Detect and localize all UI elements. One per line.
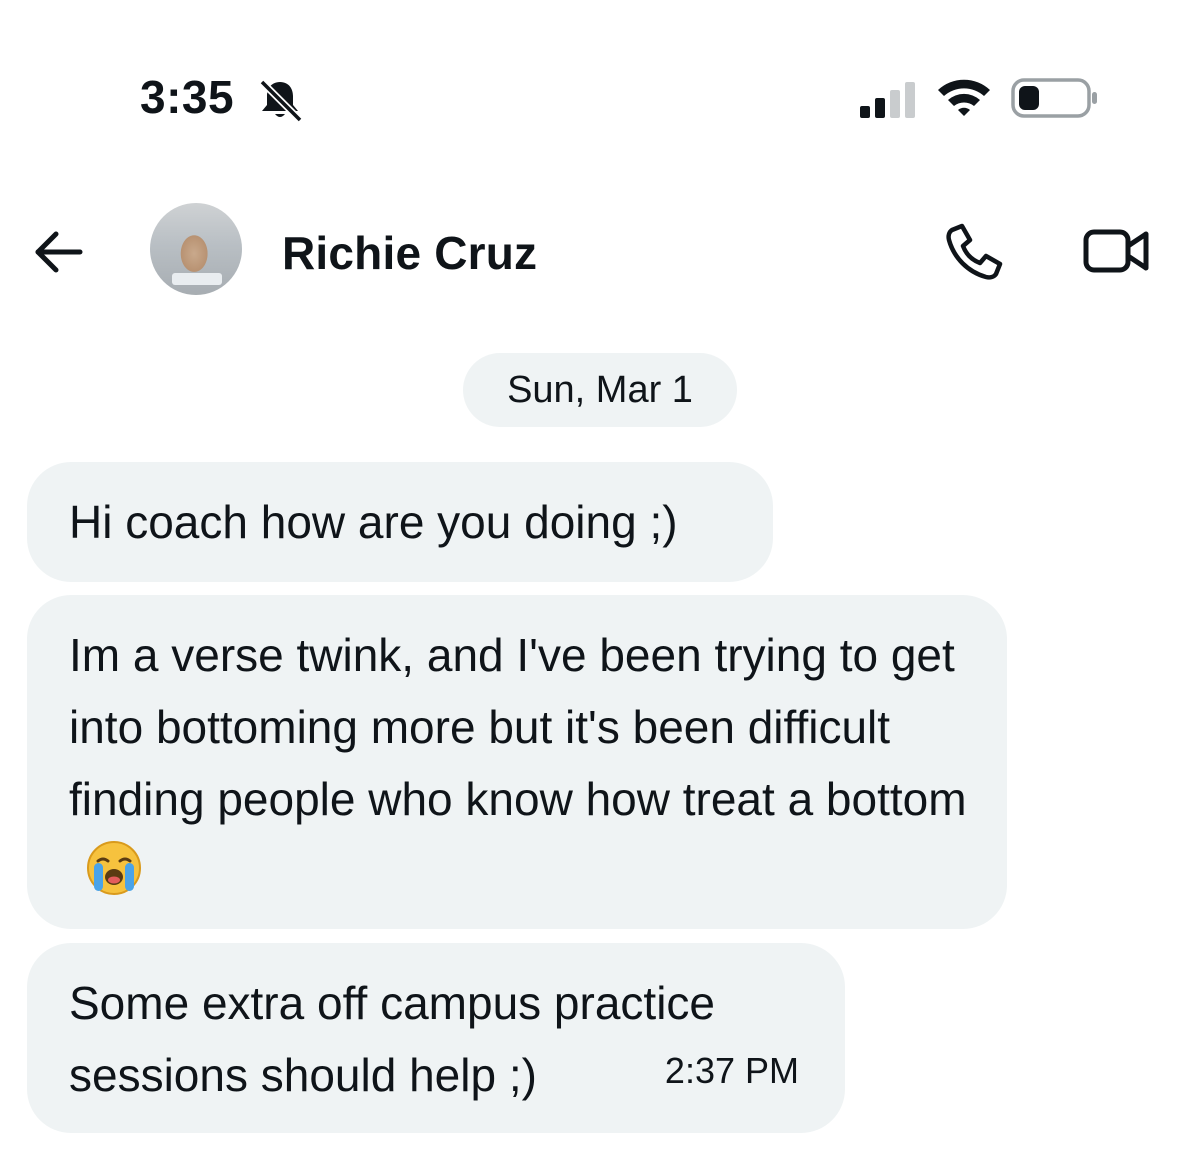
date-separator: Sun, Mar 1 xyxy=(463,353,737,427)
message-text-content: Im a verse twink, and I've been trying t… xyxy=(69,629,967,825)
video-camera-icon[interactable] xyxy=(1082,226,1150,276)
back-arrow-icon[interactable] xyxy=(30,224,86,280)
message-bubble[interactable]: Some extra off campus practice sessions … xyxy=(27,943,845,1133)
contact-name[interactable]: Richie Cruz xyxy=(282,226,537,280)
message-bubble[interactable]: Im a verse twink, and I've been trying t… xyxy=(27,595,1007,929)
battery-icon xyxy=(1011,78,1097,118)
signal-icon xyxy=(860,82,915,118)
avatar[interactable] xyxy=(150,203,242,295)
message-timestamp: 2:37 PM xyxy=(664,1050,799,1091)
bell-muted-icon xyxy=(259,79,303,122)
message-text: Im a verse twink, and I've been trying t… xyxy=(69,619,969,907)
message-text: Hi coach how are you doing ;) xyxy=(69,496,678,548)
loudly-crying-face-icon xyxy=(87,841,141,895)
phone-icon[interactable] xyxy=(942,222,1004,280)
wifi-icon xyxy=(938,79,990,116)
dm-screen: 3:35 Richie Cruz Sun, Mar 1 Hi coach how… xyxy=(0,0,1200,1166)
message-bubble[interactable]: Hi coach how are you doing ;) xyxy=(27,462,773,582)
status-time: 3:35 xyxy=(140,71,235,123)
